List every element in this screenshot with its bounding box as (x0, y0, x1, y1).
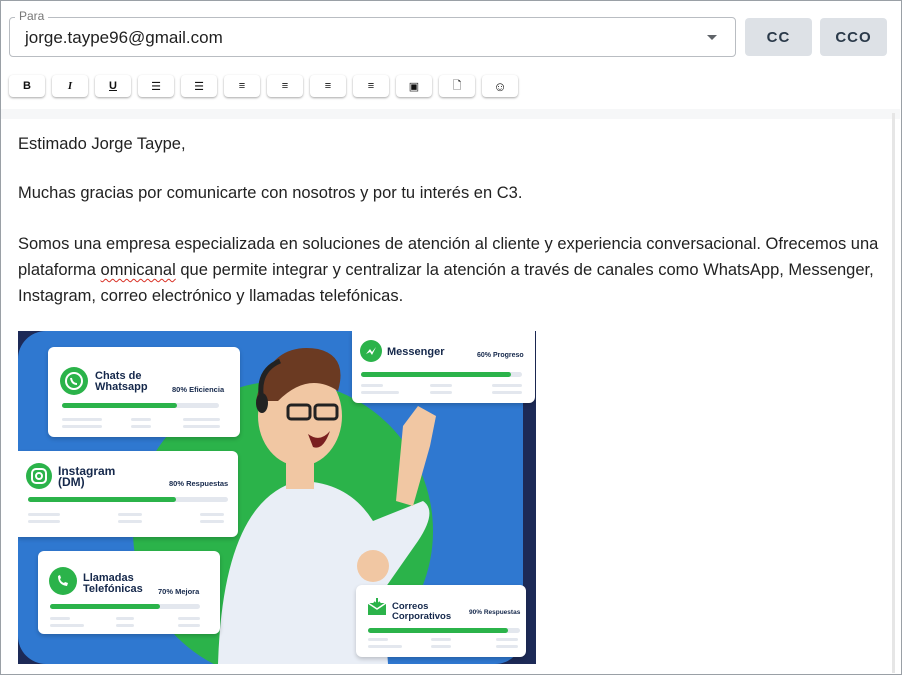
compose-window: jorge.taype96@gmail.com Para CC CCO B I … (0, 0, 902, 675)
align-right-icon: ≡ (324, 80, 332, 92)
email-stat: 90% Respuestas (469, 609, 521, 616)
editor-divider (1, 109, 900, 119)
instagram-icon (26, 463, 52, 489)
greeting-text: Estimado Jorge Taype, (18, 135, 186, 153)
instagram-title: Instagram (DM) (58, 464, 116, 489)
whatsapp-progress (62, 403, 219, 408)
instagram-progress (28, 497, 228, 502)
align-left-button[interactable]: ≡ (224, 75, 260, 97)
underline-icon: U (109, 80, 117, 92)
messenger-progress-fill (361, 372, 511, 377)
recipient-field[interactable]: jorge.taype96@gmail.com (9, 17, 736, 57)
recipient-label: Para (15, 9, 49, 23)
messenger-card: Messenger 60% Progreso (352, 331, 535, 403)
message-editor[interactable]: Estimado Jorge Taype, Muchas gracias por… (2, 119, 888, 674)
whatsapp-card: Chats de Whatsapp 80% Eficiencia (48, 347, 240, 437)
bcc-button[interactable]: CCO (820, 18, 887, 56)
insert-image-button[interactable]: ▣ (396, 75, 432, 97)
messenger-stat: 60% Progreso (477, 352, 524, 359)
editor-scrollbar[interactable] (892, 113, 895, 673)
calls-card: Llamadas Telefónicas 70% Mejora (38, 551, 220, 634)
instagram-stat: 80% Respuestas (169, 479, 229, 488)
cc-button[interactable]: CC (745, 18, 812, 56)
bullet-list-button[interactable]: ☰ (138, 75, 174, 97)
instagram-progress-fill (28, 497, 176, 502)
whatsapp-title: Chats de Whatsapp (95, 370, 148, 393)
align-center-button[interactable]: ≡ (267, 75, 303, 97)
messenger-title: Messenger (387, 346, 445, 358)
numbered-list-icon: ☰ (194, 80, 204, 93)
bold-icon: B (23, 80, 31, 92)
italic-button[interactable]: I (52, 75, 88, 97)
email-progress-fill (368, 628, 508, 633)
email-progress (368, 628, 520, 633)
attach-file-button[interactable]: 🗋 (439, 75, 475, 97)
emoji-icon: ☺ (493, 78, 507, 94)
justify-icon: ≡ (367, 80, 375, 92)
align-right-button[interactable]: ≡ (310, 75, 346, 97)
bold-button[interactable]: B (9, 75, 45, 97)
recipient-value[interactable]: jorge.taype96@gmail.com (25, 28, 223, 48)
emoji-button[interactable]: ☺ (482, 75, 518, 97)
calls-progress (50, 604, 200, 609)
bullet-list-icon: ☰ (151, 80, 161, 93)
justify-button[interactable]: ≡ (353, 75, 389, 97)
messenger-progress (361, 372, 522, 377)
image-icon: ▣ (408, 80, 420, 93)
email-title: Correos Corporativos (392, 601, 452, 622)
whatsapp-stat: 80% Eficiencia (172, 385, 225, 394)
underline-button[interactable]: U (95, 75, 131, 97)
whatsapp-icon (60, 367, 88, 395)
phone-icon (49, 567, 77, 595)
whatsapp-progress-fill (62, 403, 177, 408)
spellcheck-word[interactable]: omnicanal (101, 261, 176, 279)
calls-progress-fill (50, 604, 160, 609)
embedded-image-banner[interactable]: Chats de Whatsapp 80% Eficiencia Messenge… (18, 331, 536, 664)
paragraph-thanks: Muchas gracias por comunicarte con nosot… (18, 184, 523, 202)
italic-icon: I (67, 80, 73, 92)
paragraph-intro: Somos una empresa especializada en soluc… (18, 235, 879, 305)
instagram-card: Instagram (DM) 80% Respuestas (18, 451, 238, 537)
attachment-icon: 🗋 (452, 79, 462, 92)
align-center-icon: ≡ (281, 80, 289, 92)
messenger-icon (360, 340, 382, 362)
numbered-list-button[interactable]: ☰ (181, 75, 217, 97)
calls-title: Llamadas Telefónicas (83, 572, 143, 595)
calls-stat: 70% Mejora (158, 587, 200, 596)
email-card: Correos Corporativos 90% Respuestas (356, 585, 526, 657)
chevron-down-icon[interactable] (707, 35, 717, 40)
align-left-icon: ≡ (238, 80, 246, 92)
email-icon (367, 597, 387, 617)
